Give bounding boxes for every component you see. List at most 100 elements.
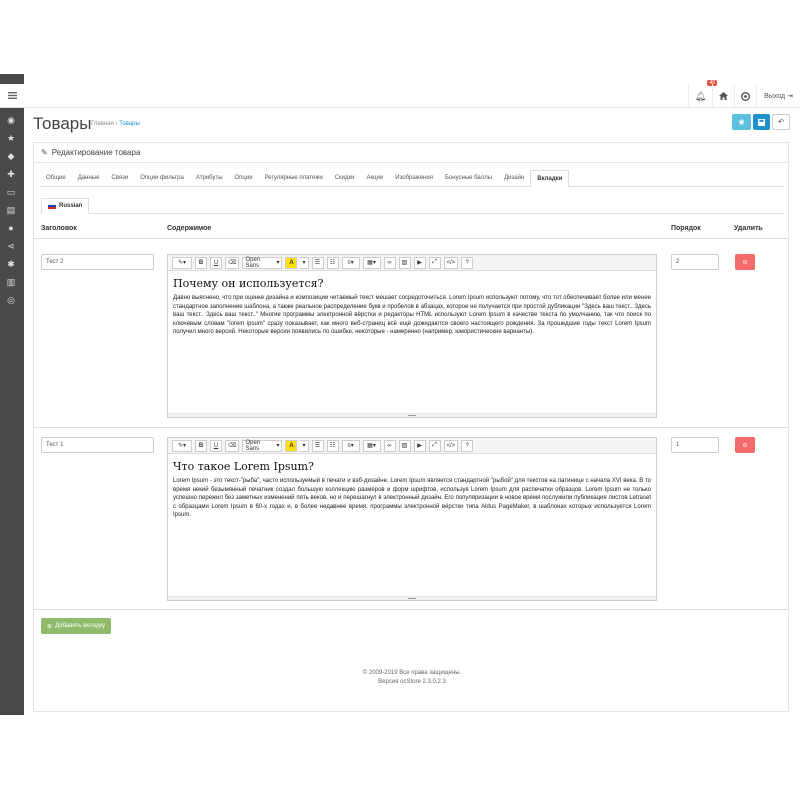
save-button[interactable] [753,114,770,130]
cart-icon[interactable]: ▤ [5,204,17,216]
unordered-list-icon[interactable]: ☰ [311,256,324,269]
menu-toggle-button[interactable] [0,84,24,108]
page-title: Товары [33,114,92,133]
add-tab-button[interactable]: ⊕ Добавить вкладку [41,618,112,634]
monitor-icon[interactable]: ▭ [5,186,17,198]
minus-circle-icon: ⊖ [742,259,748,266]
video-icon[interactable]: ▶ [413,256,426,269]
dashboard-icon[interactable]: ◉ [5,114,17,126]
breadcrumb-home[interactable]: Главная [91,121,114,127]
lifebuoy-icon [741,91,750,101]
delete-row-button[interactable]: ⊖ [735,254,755,270]
color-dropdown[interactable]: ▾ [300,256,309,269]
content-heading[interactable]: Что такое Lorem Ipsum? [173,460,651,473]
support-button[interactable] [734,84,756,108]
pencil-icon: ✎ [41,148,48,157]
row-divider [34,609,788,610]
fullscreen-icon[interactable]: ⤢ [428,439,441,452]
font-select-label: Open Sans [245,439,261,452]
column-title-header: Заголовок [41,225,77,232]
star-icon[interactable]: ★ [5,132,17,144]
table-icon[interactable]: ▦▾ [362,439,381,452]
main-area: 🔔︎ 49 Выход ⇥ Товары Главная › Товары ◉ [24,74,800,715]
link-icon[interactable]: ∞ [383,256,396,269]
tab-discounts[interactable]: Скидки [329,170,361,187]
align-icon[interactable]: ≡▾ [341,256,360,269]
align-icon[interactable]: ≡▾ [341,439,360,452]
fullscreen-icon[interactable]: ⤢ [428,256,441,269]
tab-general[interactable]: Общие [40,170,72,187]
tag-icon[interactable]: ◆ [5,150,17,162]
tab-title-input[interactable]: Тест 1 [41,437,154,453]
font-select[interactable]: Open Sans ▾ [242,439,283,452]
bold-button[interactable]: B [195,256,207,269]
tab-data[interactable]: Данные [72,170,106,187]
code-view-icon[interactable]: </> [443,256,459,269]
user-icon[interactable]: ● [5,222,17,234]
tab-reward-points[interactable]: Бонусные баллы [439,170,498,187]
minus-circle-icon: ⊖ [742,442,748,449]
content-body[interactable]: Давно выяснено, что при оценке дизайна и… [173,294,651,337]
product-tabs: Общие Данные Связи Опции фильтра Атрибут… [40,170,784,187]
tab-design[interactable]: Дизайн [498,170,530,187]
eraser-icon[interactable]: ⌫ [225,256,240,269]
table-icon[interactable]: ▦▾ [362,256,381,269]
help-icon[interactable]: ? [461,256,474,269]
link-icon[interactable]: ∞ [383,439,396,452]
app-frame: ◉ ★ ◆ ✚ ▭ ▤ ● ⋖ ✱ ▥ ◎ 🔔︎ 49 Выход ⇥ Това… [0,74,800,715]
logout-button[interactable]: Выход ⇥ [756,84,800,108]
tab-attributes[interactable]: Атрибуты [190,170,229,187]
tab-options[interactable]: Опции [229,170,259,187]
font-select[interactable]: Open Sans ▾ [242,256,283,269]
breadcrumb-products[interactable]: Товары [119,121,140,127]
video-icon[interactable]: ▶ [413,439,426,452]
help-icon[interactable]: ◎ [5,294,17,306]
plus-circle-icon: ⊕ [47,623,53,630]
sidebar: ◉ ★ ◆ ✚ ▭ ▤ ● ⋖ ✱ ▥ ◎ [0,74,24,715]
tab-filter-options[interactable]: Опции фильтра [134,170,190,187]
add-tab-label: Добавить вкладку [55,623,106,629]
gear-icon[interactable]: ✱ [5,258,17,270]
editor-resize-handle[interactable] [168,596,656,600]
text-color-button[interactable]: A [285,256,298,269]
magic-wand-icon[interactable]: ✎▾ [172,256,192,269]
tab-tabs[interactable]: Вкладки [530,170,570,187]
content-editor: ✎▾ B U ⌫ Open Sans ▾ A ▾ ☰ ☷ ≡▾ ▦▾ ∞ ▨ ▶… [167,437,657,601]
unordered-list-icon[interactable]: ☰ [311,439,324,452]
delete-row-button[interactable]: ⊖ [735,437,755,453]
image-icon[interactable]: ▨ [398,439,411,452]
eraser-icon[interactable]: ⌫ [225,439,240,452]
bold-button[interactable]: B [195,439,207,452]
content-heading[interactable]: Почему он используется? [173,277,651,290]
editor-resize-handle[interactable] [168,413,656,417]
tab-specials[interactable]: Акции [360,170,389,187]
magic-wand-icon[interactable]: ✎▾ [172,439,192,452]
text-color-button[interactable]: A [285,439,298,452]
preview-button[interactable]: ◉ [732,114,751,130]
color-dropdown[interactable]: ▾ [300,439,309,452]
tab-recurring[interactable]: Регулярные платежи [259,170,329,187]
save-icon [758,118,765,126]
content-body[interactable]: Lorem Ipsum - это текст-"рыба", часто ис… [173,477,651,520]
ordered-list-icon[interactable]: ☷ [326,439,339,452]
sort-order-input[interactable]: 1 [671,437,719,453]
notifications-button[interactable]: 🔔︎ 49 [688,80,717,108]
language-tab-russian[interactable]: Russian [41,198,90,214]
puzzle-icon[interactable]: ✚ [5,168,17,180]
share-icon[interactable]: ⋖ [5,240,17,252]
tab-title-input[interactable]: Тест 2 [41,254,154,270]
ordered-list-icon[interactable]: ☷ [326,256,339,269]
image-icon[interactable]: ▨ [398,256,411,269]
home-button[interactable] [712,84,734,108]
tab-images[interactable]: Изображения [389,170,439,187]
chart-icon[interactable]: ▥ [5,276,17,288]
underline-button[interactable]: U [210,256,222,269]
tab-links[interactable]: Связи [105,170,134,187]
code-view-icon[interactable]: </> [443,439,459,452]
sort-order-input[interactable]: 2 [671,254,719,270]
underline-button[interactable]: U [210,439,222,452]
language-label: Russian [59,203,83,209]
help-icon[interactable]: ? [461,439,474,452]
back-button[interactable]: ↶ [772,114,790,130]
panel-heading: ✎ Редактирование товара [34,143,788,163]
